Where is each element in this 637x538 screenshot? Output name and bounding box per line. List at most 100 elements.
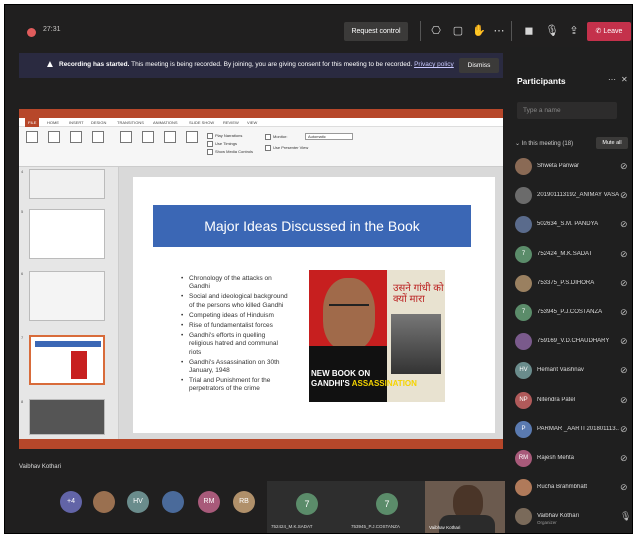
- slide-number: 4: [21, 169, 24, 174]
- mic-off-icon: ⊘: [620, 482, 628, 493]
- participant-row[interactable]: 7 752424_M.K.SADAT ⊘: [510, 242, 632, 268]
- participant-name: Nitendra Patel: [537, 396, 576, 403]
- mic-off-icon: ⊘: [620, 277, 628, 288]
- participant-tile[interactable]: 7 753945_P.J.COSTANZA: [347, 481, 427, 533]
- participant-avatar: [515, 508, 532, 526]
- presenter-video-tile[interactable]: Vaibhav Kothari: [425, 481, 505, 533]
- ribbon-tab: VIEW: [247, 120, 258, 125]
- participant-name: 502634_S.M. PANDYA: [537, 221, 599, 228]
- video-person-body: [439, 515, 495, 533]
- mic-off-icon: 🎙: [620, 511, 632, 522]
- mic-off-icon: ⊘: [620, 394, 628, 405]
- powerpoint-ribbon: Play Narrations Use Timings Show Media C…: [19, 127, 503, 167]
- participant-row[interactable]: NP Nitendra Patel ⊘: [510, 388, 632, 414]
- mic-off-icon: ⊘: [620, 248, 628, 259]
- recording-indicator-icon: [27, 28, 36, 37]
- participant-row[interactable]: 7 753945_P.J.COSTANZA ⊘: [510, 300, 632, 326]
- privacy-policy-link[interactable]: Privacy policy: [414, 61, 454, 68]
- participant-name: Rucha Brahmbhatt: [537, 484, 588, 491]
- participant-avatar: RM: [515, 450, 532, 467]
- participant-avatar: P: [515, 420, 532, 438]
- slide-number: 8: [21, 399, 24, 404]
- recording-banner: ▲ Recording has started. This meeting is…: [19, 53, 503, 78]
- participant-row[interactable]: HV Hemant Vaishnav ⊘: [510, 358, 632, 384]
- participant-avatar[interactable]: RB: [233, 491, 255, 513]
- powerpoint-status-bar: [19, 439, 503, 449]
- participant-name: Hemant Vaishnav: [537, 367, 584, 374]
- participant-row[interactable]: P PARMAR _AARTI 201801113... ⊘: [510, 417, 632, 443]
- ribbon-tab: SLIDE SHOW: [189, 120, 215, 125]
- participant-row[interactable]: Vaibhav Kothari Organizer 🎙: [510, 504, 632, 530]
- mic-off-icon[interactable]: 🎙: [545, 24, 559, 37]
- participant-avatar[interactable]: [93, 491, 115, 513]
- participant-row[interactable]: 759169_V.D.CHAUDHARY ⊘: [510, 329, 632, 355]
- mic-off-icon: ⊘: [620, 453, 628, 463]
- slide-thumbnail: [29, 169, 105, 199]
- participant-row[interactable]: RM Rajesh Mehta ⊘: [510, 446, 632, 472]
- share-screen-icon[interactable]: ⇪: [567, 24, 581, 37]
- dismiss-button[interactable]: Dismiss: [459, 58, 499, 73]
- glasses-shape: [329, 304, 369, 312]
- raise-hand-icon[interactable]: ✋: [472, 24, 486, 37]
- participant-avatar[interactable]: [162, 491, 184, 513]
- mic-off-icon: ⊘: [620, 307, 628, 317]
- more-options-icon[interactable]: ⋯: [608, 75, 616, 84]
- participant-row[interactable]: 502634_S.M. PANDYA ⊘: [510, 212, 632, 238]
- participants-panel: Participants ⋯ ✕ Type a name ⌄ In this m…: [510, 47, 632, 533]
- participant-name: Rajesh Mehta: [537, 455, 575, 461]
- leave-button[interactable]: ✆ Leave: [587, 22, 631, 41]
- slide-number: 6: [21, 271, 24, 276]
- in-meeting-count: In this meeting (18): [521, 141, 574, 147]
- participant-avatar: 7: [515, 304, 532, 321]
- ribbon-tab: HOME: [47, 120, 59, 125]
- participant-avatar[interactable]: RM: [198, 491, 220, 513]
- participant-avatar: [515, 479, 532, 497]
- close-icon[interactable]: ✕: [621, 75, 628, 84]
- ribbon-button: [161, 131, 179, 159]
- participant-avatar: [515, 216, 532, 234]
- ribbon-tab: INSERT: [69, 120, 84, 125]
- overflow-participants-badge[interactable]: +4: [60, 491, 82, 513]
- participant-avatar: [515, 158, 532, 175]
- in-meeting-header[interactable]: ⌄ In this meeting (18): [515, 140, 573, 147]
- mute-all-button[interactable]: Mute all: [596, 137, 628, 149]
- leave-label: Leave: [603, 28, 623, 35]
- participant-name: Vaibhav Kothari: [537, 513, 579, 520]
- video-off-icon[interactable]: ◼: [522, 24, 536, 37]
- participant-avatar[interactable]: HV: [127, 491, 149, 513]
- request-control-button[interactable]: Request control: [344, 22, 408, 41]
- show-media-controls-checkbox: Show Media Controls: [207, 149, 253, 155]
- participant-name: 753945_P.J.COSTANZA: [537, 309, 603, 315]
- participant-row[interactable]: 753375_P.S.DIHORA ⊘: [510, 271, 632, 297]
- tile-avatar: 7: [296, 493, 318, 515]
- use-presenter-view-checkbox: Use Presenter View: [265, 145, 308, 151]
- ribbon-button: [67, 131, 85, 159]
- bullet-item: Trial and Punishment for the perpetrator…: [181, 377, 289, 393]
- ribbon-button: [183, 131, 201, 159]
- mic-off-icon: ⊘: [620, 365, 628, 376]
- book-caption-highlight: ASSASSINATION: [351, 379, 417, 388]
- slide-thumbnail: [29, 209, 105, 259]
- more-icon[interactable]: ⋯: [492, 24, 506, 37]
- author-face: [323, 278, 375, 350]
- mic-off-icon: ⊘: [620, 336, 628, 347]
- recording-message: This meeting is being recorded. By joini…: [131, 61, 413, 68]
- tile-avatar: 7: [376, 493, 398, 515]
- bullet-item: Social and ideological background of the…: [181, 293, 289, 309]
- participant-avatar: HV: [515, 362, 532, 380]
- ribbon-tabs: FILE HOME INSERT DESIGN TRANSITIONS ANIM…: [19, 118, 503, 127]
- slide-canvas: Major Ideas Discussed in the Book Chrono…: [119, 167, 503, 439]
- bullet-item: Gandhi's efforts in quelling religious h…: [181, 332, 289, 357]
- participant-row[interactable]: Rucha Brahmbhatt ⊘: [510, 475, 632, 501]
- participant-search-input[interactable]: Type a name: [517, 102, 617, 119]
- chat-icon[interactable]: ▢: [451, 24, 465, 37]
- monitor-select: Automatic: [305, 133, 353, 140]
- participant-row[interactable]: 201901113192_ANIMAY VASA... ⊘: [510, 183, 632, 209]
- ribbon-button: [45, 131, 63, 159]
- slide-title: Major Ideas Discussed in the Book: [204, 218, 420, 234]
- camera-icon[interactable]: ⎔: [429, 24, 443, 37]
- participant-role: Organizer: [537, 520, 557, 526]
- participant-tile[interactable]: 7 752424_M.K.SADAT: [267, 481, 347, 533]
- participant-row[interactable]: Shweta Panwar ⊘: [510, 154, 632, 180]
- mic-off-icon: ⊘: [620, 190, 628, 201]
